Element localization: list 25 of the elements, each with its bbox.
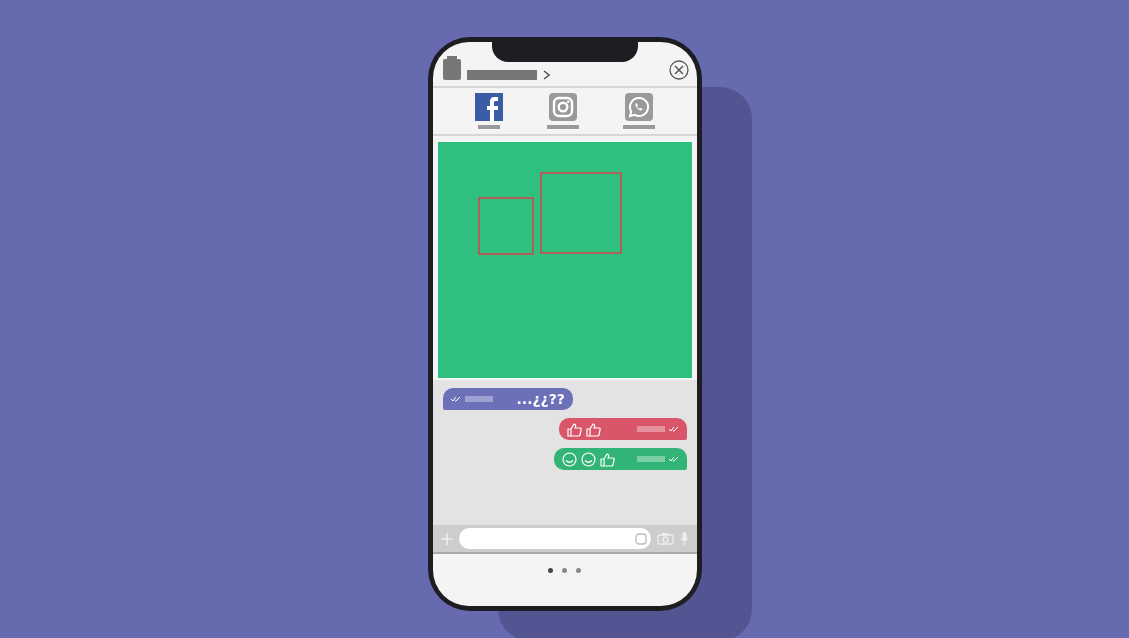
text-placeholder-bar	[636, 456, 665, 462]
chevron-icon	[542, 70, 550, 80]
battery-icon	[442, 56, 461, 80]
text-placeholder-bar	[636, 426, 665, 432]
whatsapp-tab[interactable]	[622, 93, 655, 129]
facebook-tab[interactable]	[474, 93, 503, 129]
double-check-icon	[668, 456, 679, 462]
double-check-icon	[668, 426, 679, 432]
page-dot[interactable]	[562, 568, 567, 573]
face-frame	[477, 197, 534, 255]
message-text: ...¿¿??	[516, 389, 565, 409]
sticker-icon[interactable]	[634, 532, 647, 545]
close-button[interactable]	[668, 60, 689, 80]
text-placeholder-bar	[464, 396, 493, 402]
page-dot[interactable]	[548, 568, 553, 573]
double-check-icon	[450, 396, 461, 402]
instagram-tab[interactable]	[546, 93, 579, 129]
page-dot[interactable]	[576, 568, 581, 573]
smiley-icon	[580, 451, 596, 467]
smiley-icon	[561, 451, 577, 467]
message-input-field[interactable]	[458, 528, 651, 549]
thumbs-up-icon	[566, 421, 582, 437]
thumbs-up-icon	[599, 451, 615, 467]
thumbs-up-icon	[585, 421, 601, 437]
title-bar-placeholder	[466, 70, 537, 80]
